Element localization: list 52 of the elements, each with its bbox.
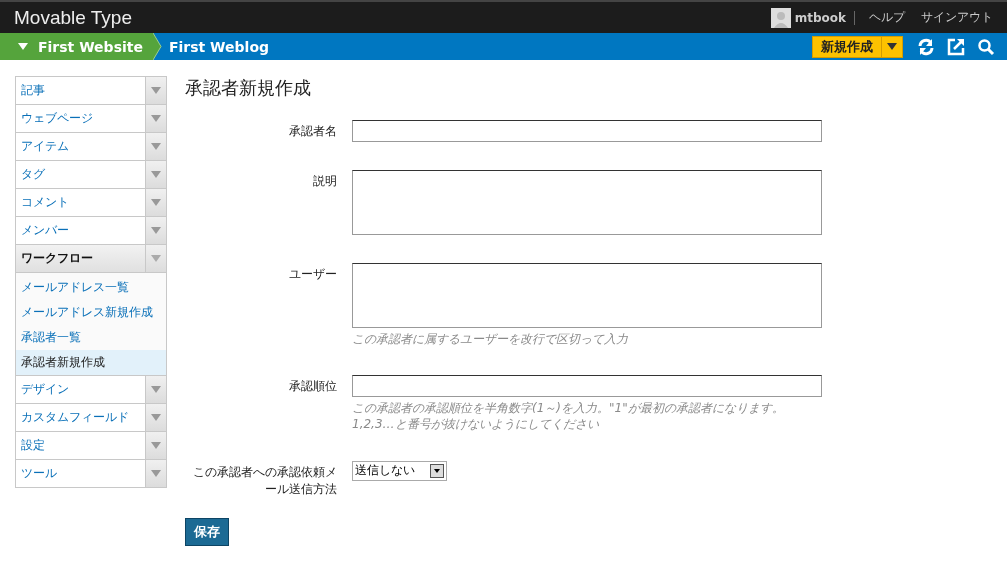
refresh-icon[interactable] <box>917 37 935 56</box>
caret-icon <box>151 143 161 150</box>
text-area[interactable] <box>352 263 822 328</box>
field-label: 承認順位 <box>288 378 337 396</box>
caret-icon <box>151 115 161 122</box>
breadcrumb-chevron-icon <box>152 33 163 60</box>
external-link-icon[interactable] <box>947 37 965 56</box>
caret-icon <box>151 470 161 477</box>
sidebar-item[interactable]: ワークフロー <box>16 245 166 273</box>
blog-link[interactable]: First Weblog <box>168 38 270 55</box>
save-button[interactable]: 保存 <box>185 517 229 546</box>
page-title: 承認者新規作成 <box>185 76 312 100</box>
user-link[interactable]: mtbook <box>794 10 846 25</box>
sidebar-item[interactable]: コメント <box>16 189 166 217</box>
caret-icon <box>151 442 161 449</box>
caret-icon <box>151 255 161 262</box>
sidebar-item[interactable]: カスタムフィールド <box>16 404 166 432</box>
new-button[interactable]: 新規作成 <box>812 35 903 58</box>
caret-icon <box>151 227 161 234</box>
caret-icon <box>151 386 161 393</box>
caret-icon <box>151 171 161 178</box>
submenu-item[interactable]: メールアドレス一覧 <box>16 275 166 300</box>
sidebar-item[interactable]: メンバー <box>16 217 166 245</box>
submenu-item[interactable]: 承認者新規作成 <box>16 350 166 375</box>
sidebar-item[interactable]: アイテム <box>16 133 166 161</box>
field-hint: この承認者に属するユーザーを改行で区切って入力 <box>352 331 629 348</box>
caret-icon <box>151 87 161 94</box>
caret-icon <box>151 414 161 421</box>
app-title: Movable Type <box>14 6 132 29</box>
caret-icon <box>151 199 161 206</box>
sidebar-item[interactable]: ウェブページ <box>16 105 166 133</box>
caret-icon <box>18 43 28 50</box>
field-label: 承認者名 <box>288 123 337 140</box>
dropdown[interactable]: 送信しない <box>352 460 447 481</box>
sidebar-item[interactable]: 設定 <box>16 432 166 460</box>
sidebar-item[interactable]: タグ <box>16 161 166 189</box>
sidebar-item[interactable]: デザイン <box>16 376 166 404</box>
text-field[interactable] <box>352 375 822 398</box>
search-icon[interactable] <box>977 37 995 56</box>
field-label: 説明 <box>312 173 337 190</box>
header-link[interactable]: サインアウト <box>921 9 993 26</box>
avatar-icon <box>770 7 791 28</box>
text-field[interactable] <box>352 120 822 142</box>
header-link[interactable]: ヘルプ <box>869 9 905 26</box>
field-label: この承認者への承認依頼メール送信方法 <box>192 463 337 498</box>
submenu-item[interactable]: 承認者一覧 <box>16 325 166 350</box>
submenu-item[interactable]: メールアドレス新規作成 <box>16 300 166 325</box>
sidebar-item[interactable]: 記事 <box>16 77 166 105</box>
field-label: ユーザー <box>288 266 337 283</box>
caret-icon <box>887 43 897 50</box>
field-hint: この承認者の承認順位を半角数字(1～)を入力。"1"が最初の承認者になります。1,2,3…と番号が抜けないようにしてください <box>352 400 785 433</box>
text-area[interactable] <box>352 170 822 235</box>
